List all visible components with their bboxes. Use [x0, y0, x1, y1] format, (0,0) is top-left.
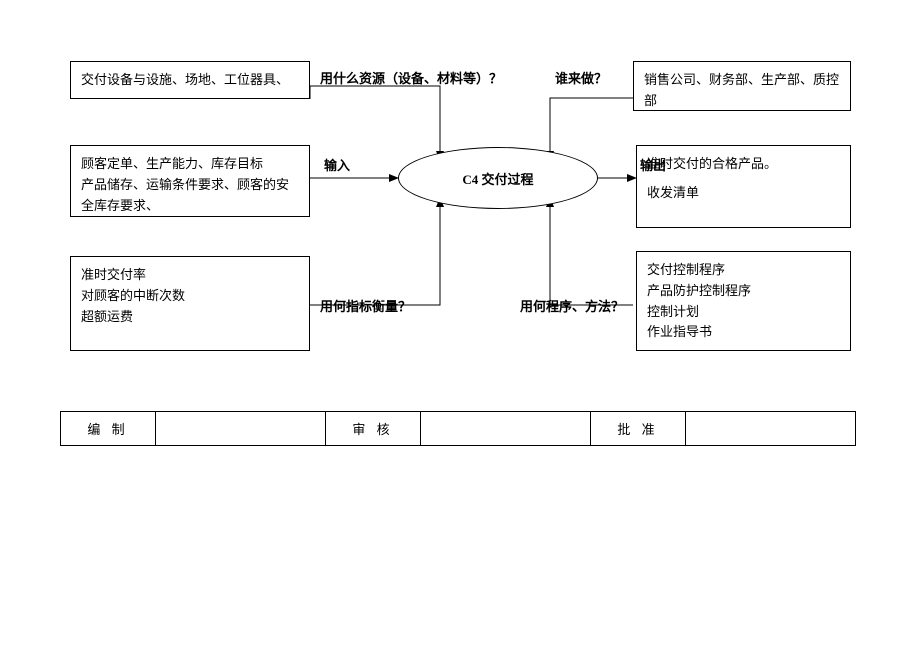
signoff-table: 编 制 审 核 批 准 — [60, 411, 856, 446]
label-output: 输出 — [640, 155, 666, 174]
process-ellipse: C4 交付过程 — [398, 147, 598, 209]
signoff-review-field — [421, 412, 591, 446]
label-resources: 用什么资源（设备、材料等）？ — [320, 68, 502, 87]
box-who-text: 销售公司、财务部、生产部、质控部 — [644, 72, 839, 108]
box-methods-line3: 控制计划 — [647, 302, 840, 323]
label-metrics: 用何指标衡量？ — [320, 296, 411, 315]
box-methods-line1: 交付控制程序 — [647, 260, 840, 281]
box-resources-text: 交付设备与设施、场地、工位器具、 — [81, 72, 289, 87]
box-metrics-line2: 对顾客的中断次数 — [81, 286, 299, 307]
box-output-line1: 准时交付的合格产品。 — [647, 154, 840, 175]
box-methods-line2: 产品防护控制程序 — [647, 281, 840, 302]
box-metrics-line1: 准时交付率 — [81, 265, 299, 286]
signoff-approve-field — [686, 412, 856, 446]
label-methods: 用何程序、方法？ — [520, 296, 624, 315]
box-methods-line4: 作业指导书 — [647, 322, 840, 343]
box-metrics: 准时交付率 对顾客的中断次数 超额运费 — [70, 256, 310, 351]
box-who: 销售公司、财务部、生产部、质控部 — [633, 61, 851, 111]
signoff-review-label: 审 核 — [326, 412, 421, 446]
box-metrics-line3: 超额运费 — [81, 307, 299, 328]
box-output-line2: 收发清单 — [647, 183, 840, 204]
label-input: 输入 — [324, 155, 350, 174]
signoff-row: 编 制 审 核 批 准 — [61, 412, 856, 446]
signoff-prepare-label: 编 制 — [61, 412, 156, 446]
box-resources: 交付设备与设施、场地、工位器具、 — [70, 61, 310, 99]
box-input-line2: 产品储存、运输条件要求、顾客的安全库存要求、 — [81, 175, 299, 217]
box-methods: 交付控制程序 产品防护控制程序 控制计划 作业指导书 — [636, 251, 851, 351]
signoff-approve-label: 批 准 — [591, 412, 686, 446]
process-center-label: C4 交付过程 — [462, 169, 533, 188]
box-input-line1: 顾客定单、生产能力、库存目标 — [81, 154, 299, 175]
box-output: 准时交付的合格产品。 收发清单 — [636, 145, 851, 228]
label-who: 谁来做？ — [555, 68, 607, 87]
signoff-prepare-field — [156, 412, 326, 446]
box-input: 顾客定单、生产能力、库存目标 产品储存、运输条件要求、顾客的安全库存要求、 — [70, 145, 310, 217]
